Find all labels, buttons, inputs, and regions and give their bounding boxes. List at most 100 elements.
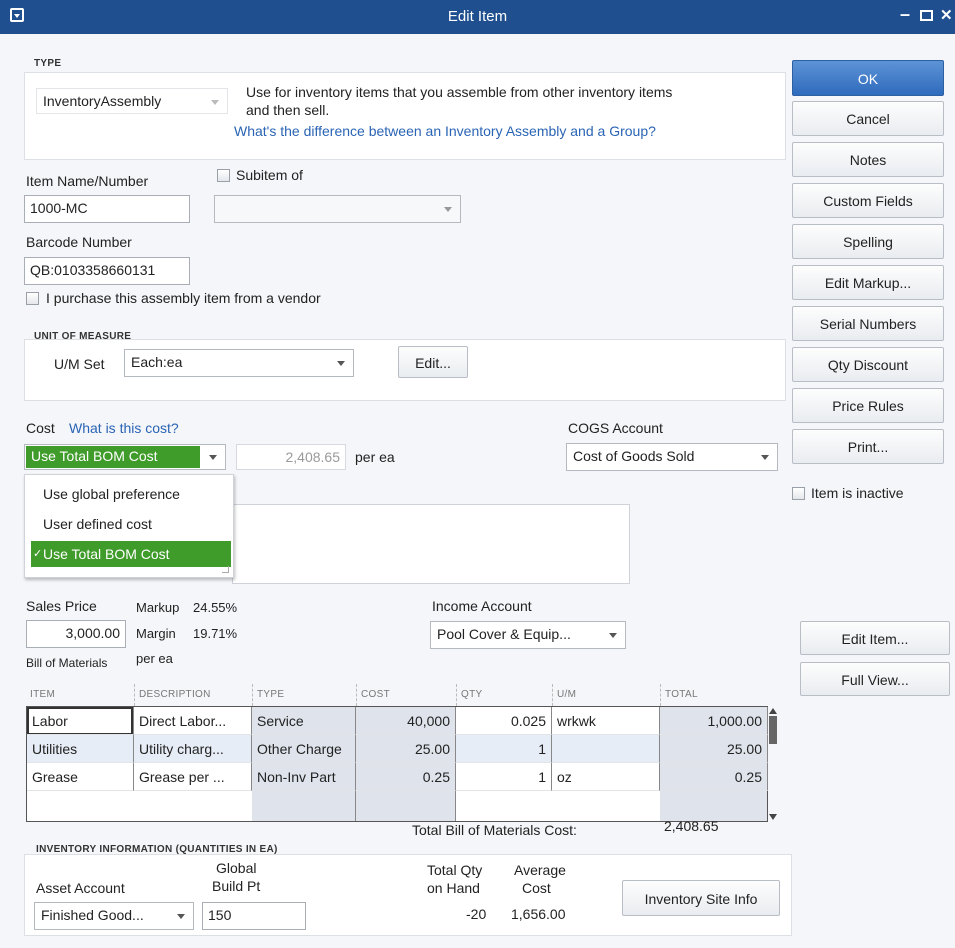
bom-col-total[interactable]: TOTAL	[660, 684, 768, 706]
sales-price-label: Sales Price	[26, 598, 97, 614]
chevron-down-icon	[761, 455, 769, 460]
bom-cell-total: 0.25	[660, 763, 768, 791]
bom-cell-um[interactable]: oz	[552, 763, 660, 791]
item-inactive-label: Item is inactive	[811, 485, 904, 501]
cogs-account-value: Cost of Goods Sold	[573, 448, 695, 464]
type-description-1: Use for inventory items that you assembl…	[246, 84, 673, 100]
uom-edit-button[interactable]: Edit...	[398, 346, 468, 378]
sales-price-input[interactable]: 3,000.00	[26, 620, 126, 648]
chevron-down-icon	[211, 100, 219, 105]
qty-on-hand-label-1: Total Qty	[427, 862, 483, 878]
ok-button[interactable]: OK	[792, 60, 944, 96]
uom-set-select[interactable]: Each:ea	[124, 349, 354, 377]
average-cost-value: 1,656.00	[511, 906, 566, 922]
bom-cell-um[interactable]	[552, 735, 660, 763]
spelling-button[interactable]: Spelling	[792, 224, 944, 259]
subitem-checkbox[interactable]	[217, 169, 230, 182]
chevron-down-icon	[444, 207, 452, 212]
asset-account-value: Finished Good...	[41, 907, 144, 923]
purchase-description-box[interactable]	[232, 504, 630, 584]
income-account-select[interactable]: Pool Cover & Equip...	[430, 621, 626, 649]
bom-col-um[interactable]: U/M	[552, 684, 660, 706]
bom-col-item[interactable]: ITEM	[26, 684, 134, 706]
build-point-label-2: Build Pt	[212, 878, 261, 894]
purchase-from-vendor-label: I purchase this assembly item from a ven…	[46, 290, 321, 306]
edit-item-button[interactable]: Edit Item...	[800, 621, 950, 655]
cost-help-link[interactable]: What is this cost?	[69, 420, 179, 436]
bom-total-label: Total Bill of Materials Cost:	[412, 822, 577, 838]
cost-option-total-bom-label: Use Total BOM Cost	[43, 546, 170, 562]
cost-option-global-preference[interactable]: Use global preference	[31, 481, 231, 507]
item-inactive-checkbox[interactable]	[792, 487, 805, 500]
bom-scrollbar[interactable]	[768, 706, 778, 822]
subitem-select[interactable]	[214, 195, 461, 223]
cost-option-user-defined[interactable]: User defined cost	[31, 511, 231, 537]
bom-total-value: 2,408.65	[664, 818, 719, 834]
assembly-group-help-link[interactable]: What's the difference between an Invento…	[234, 123, 656, 139]
income-account-label: Income Account	[432, 598, 532, 614]
scroll-thumb[interactable]	[769, 716, 777, 744]
cost-option-total-bom[interactable]: ✓ Use Total BOM Cost	[31, 541, 231, 567]
bom-cell-cost: 40,000	[356, 707, 456, 735]
uom-set-value: Each:ea	[131, 354, 183, 370]
price-rules-button[interactable]: Price Rules	[792, 388, 944, 423]
chevron-down-icon	[609, 633, 617, 638]
purchase-from-vendor-checkbox[interactable]	[26, 292, 39, 305]
resize-grip-icon[interactable]	[222, 566, 229, 573]
sales-per-label: per ea	[136, 651, 173, 666]
bom-col-qty[interactable]: QTY	[456, 684, 552, 706]
cost-method-dropdown: Use global preference User defined cost …	[24, 474, 234, 578]
build-point-input[interactable]: 150	[202, 902, 306, 930]
bom-cell-qty[interactable]: 0.025	[456, 707, 552, 735]
bom-cell-description[interactable]: Grease per ...	[134, 763, 252, 791]
scroll-down-icon[interactable]	[769, 814, 777, 820]
print-button[interactable]: Print...	[792, 429, 944, 464]
bom-cell-qty[interactable]: 1	[456, 763, 552, 791]
item-name-input[interactable]: 1000-MC	[24, 195, 190, 223]
cancel-button[interactable]: Cancel	[792, 101, 944, 136]
edit-item-form: TYPE InventoryAssembly Use for inventory…	[0, 34, 955, 948]
cost-method-value: Use Total BOM Cost	[26, 446, 200, 468]
average-cost-label-2: Cost	[522, 880, 551, 896]
margin-value: 19.71%	[193, 626, 238, 641]
bom-col-description[interactable]: DESCRIPTION	[134, 684, 252, 706]
qty-discount-button[interactable]: Qty Discount	[792, 347, 944, 382]
type-select-value: InventoryAssembly	[43, 93, 162, 109]
qty-on-hand-label-2: on Hand	[427, 880, 480, 896]
cogs-account-select[interactable]: Cost of Goods Sold	[566, 443, 778, 471]
edit-markup-button[interactable]: Edit Markup...	[792, 265, 944, 300]
bom-cell-item[interactable]: Utilities	[27, 735, 134, 763]
bom-cell-item[interactable]: Labor	[27, 707, 134, 735]
cogs-label: COGS Account	[568, 420, 663, 436]
barcode-label: Barcode Number	[26, 234, 132, 250]
bom-cell-type: Other Charge	[252, 735, 356, 763]
bom-cell-description[interactable]: Utility charg...	[134, 735, 252, 763]
bom-cell-item[interactable]: Grease	[27, 763, 134, 791]
bom-cell-um[interactable]: wrkwk	[552, 707, 660, 735]
markup-label: Markup	[136, 600, 180, 615]
chevron-down-icon	[209, 455, 217, 460]
bom-cell-qty[interactable]: 1	[456, 735, 552, 763]
type-select[interactable]: InventoryAssembly	[36, 88, 228, 114]
scroll-up-icon[interactable]	[769, 708, 777, 714]
serial-numbers-button[interactable]: Serial Numbers	[792, 306, 944, 341]
bom-cell-type: Non-Inv Part	[252, 763, 356, 791]
build-point-label-1: Global	[216, 860, 257, 876]
bom-empty-row[interactable]	[27, 791, 767, 821]
bom-caption: Bill of Materials	[26, 656, 108, 670]
bom-col-cost[interactable]: COST	[356, 684, 456, 706]
bom-cell-cost: 0.25	[356, 763, 456, 791]
bom-cell-description[interactable]: Direct Labor...	[134, 707, 252, 735]
full-view-button[interactable]: Full View...	[800, 662, 950, 696]
cost-method-select[interactable]: Use Total BOM Cost	[24, 444, 226, 470]
notes-button[interactable]: Notes	[792, 142, 944, 177]
bom-cell-total: 1,000.00	[660, 707, 768, 735]
barcode-input[interactable]: QB:0103358660131	[24, 257, 190, 285]
asset-account-label: Asset Account	[36, 880, 125, 896]
income-account-value: Pool Cover & Equip...	[437, 626, 571, 642]
bom-col-type[interactable]: TYPE	[252, 684, 356, 706]
chevron-down-icon	[177, 914, 185, 919]
asset-account-select[interactable]: Finished Good...	[34, 902, 194, 930]
custom-fields-button[interactable]: Custom Fields	[792, 183, 944, 218]
inventory-site-info-button[interactable]: Inventory Site Info	[622, 880, 780, 916]
